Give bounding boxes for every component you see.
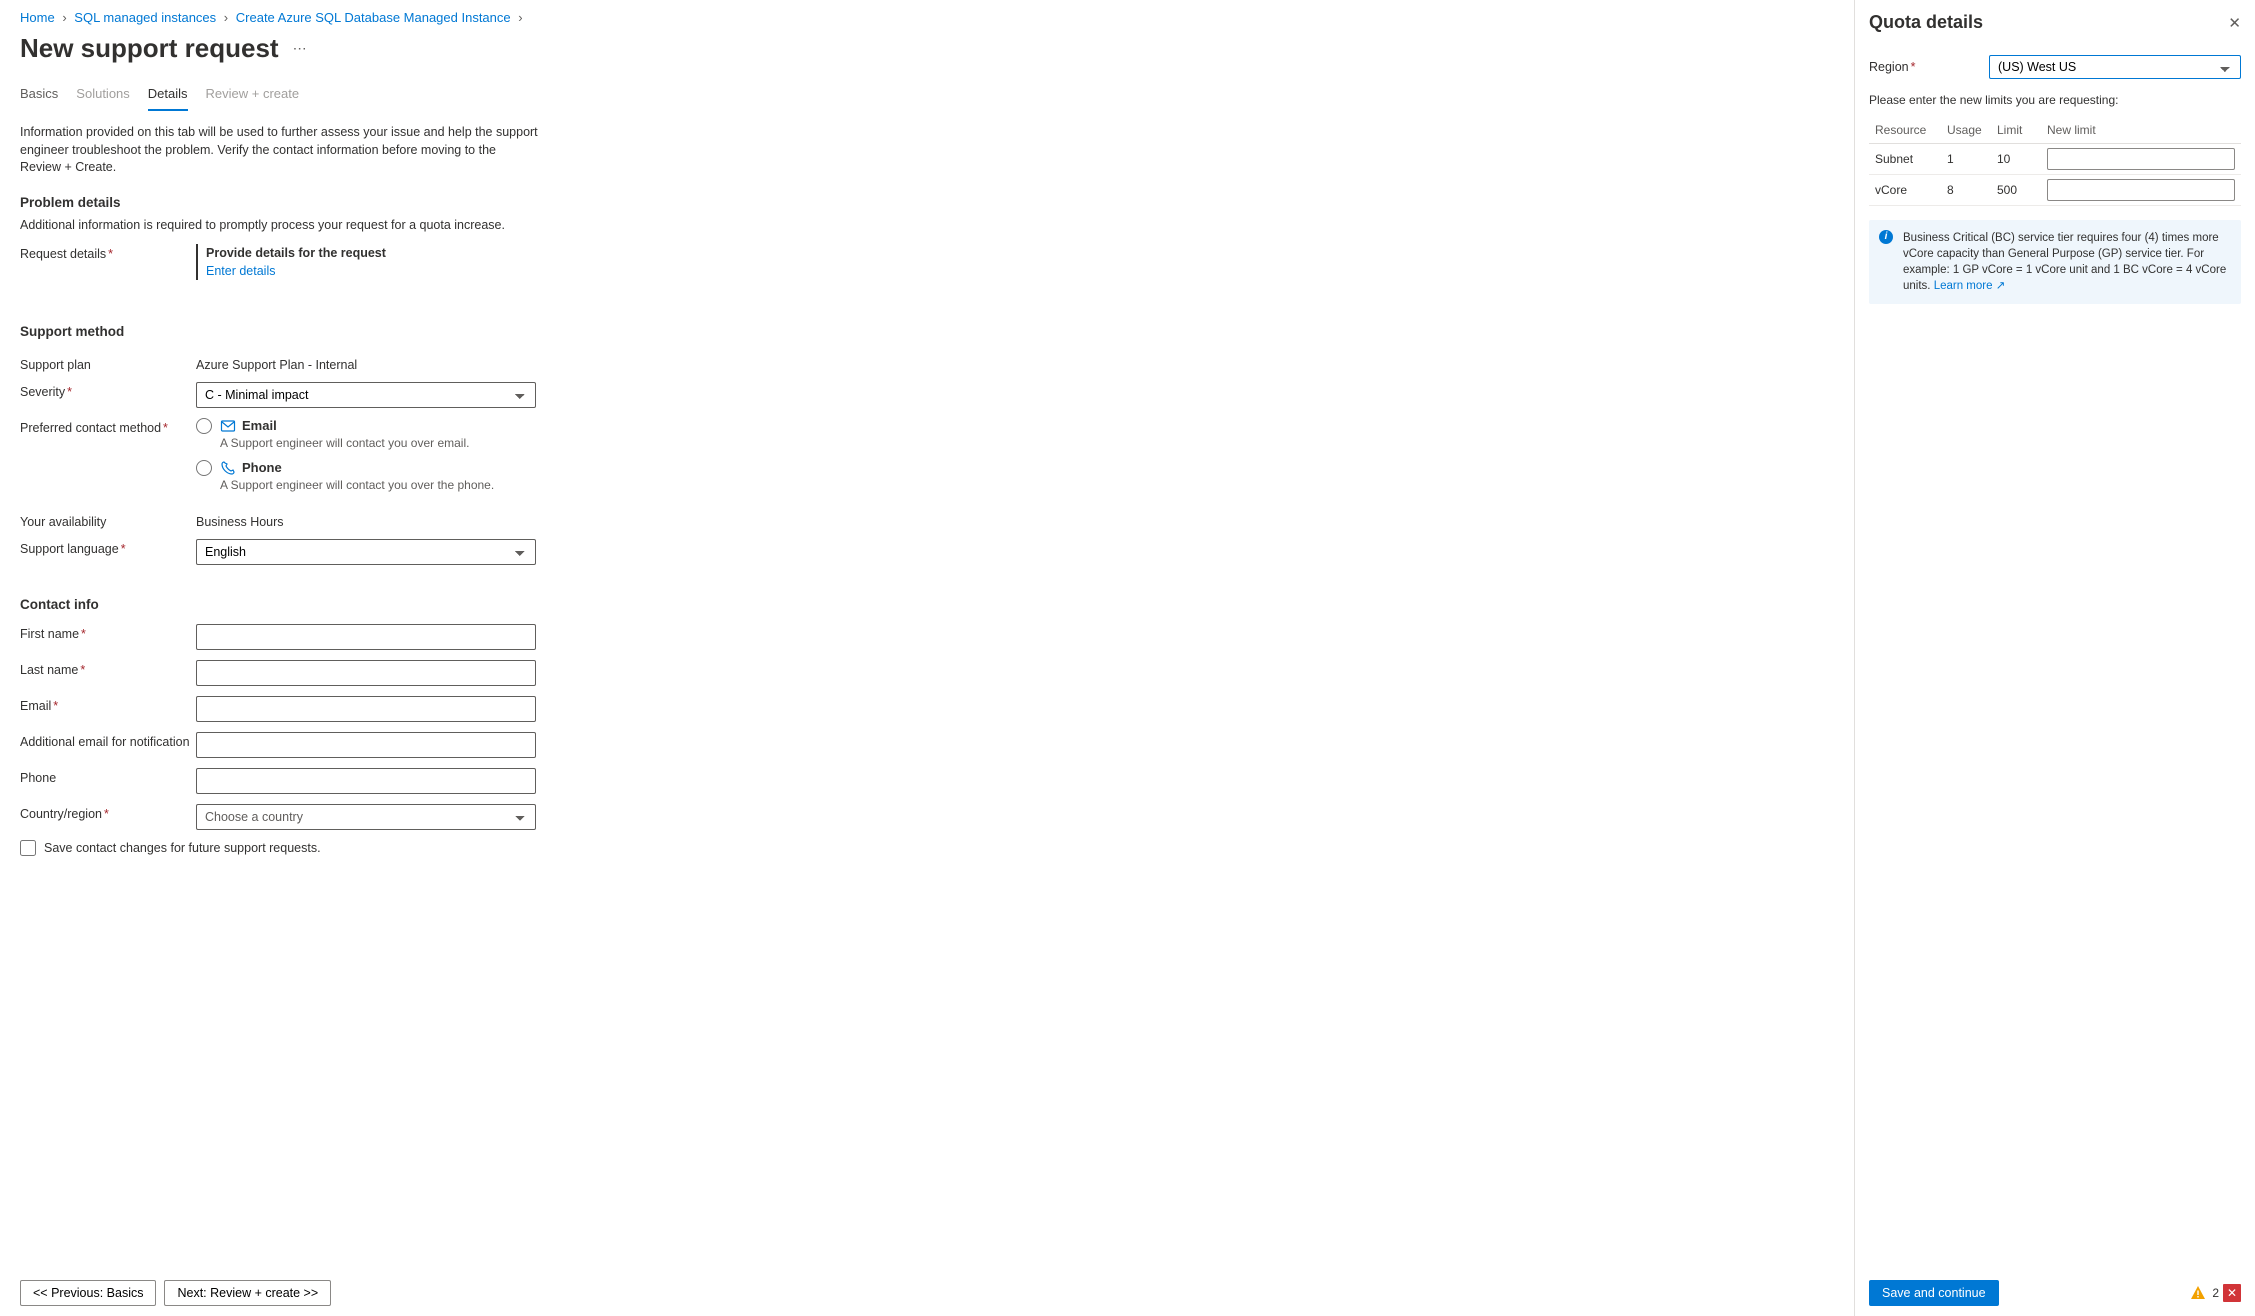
tabs: Basics Solutions Details Review + create	[20, 82, 1834, 112]
request-details-label: Request details*	[20, 244, 196, 261]
close-icon[interactable]: ✕	[2228, 14, 2241, 32]
chevron-right-icon: ›	[518, 10, 522, 25]
info-callout: i Business Critical (BC) service tier re…	[1869, 220, 2241, 304]
contact-email-desc: A Support engineer will contact you over…	[220, 436, 536, 450]
support-language-label: Support language*	[20, 539, 196, 556]
save-contact-checkbox[interactable]	[20, 840, 36, 856]
new-limit-vcore-input[interactable]	[2047, 179, 2235, 201]
region-select[interactable]: (US) West US	[1989, 55, 2241, 79]
tab-solutions[interactable]: Solutions	[76, 82, 129, 111]
additional-email-input[interactable]	[196, 732, 536, 758]
warning-icon[interactable]	[2190, 1285, 2206, 1301]
cell-usage: 8	[1941, 175, 1991, 206]
contact-info-heading: Contact info	[20, 597, 1834, 612]
error-icon[interactable]: ✕	[2223, 1284, 2241, 1302]
status-bar: 2 ✕	[2190, 1284, 2241, 1302]
problem-details-heading: Problem details	[20, 195, 1834, 210]
availability-value: Business Hours	[196, 512, 536, 529]
first-name-input[interactable]	[196, 624, 536, 650]
support-plan-label: Support plan	[20, 355, 196, 372]
email-icon	[220, 418, 236, 434]
new-limit-subnet-input[interactable]	[2047, 148, 2235, 170]
col-newlimit: New limit	[2041, 117, 2241, 144]
tab-review-create[interactable]: Review + create	[206, 82, 300, 111]
severity-select[interactable]: C - Minimal impact	[196, 382, 536, 408]
info-icon: i	[1879, 230, 1893, 244]
additional-email-label: Additional email for notification	[20, 732, 196, 749]
save-contact-label[interactable]: Save contact changes for future support …	[44, 841, 321, 855]
table-row: Subnet 1 10	[1869, 144, 2241, 175]
tab-basics[interactable]: Basics	[20, 82, 58, 111]
email-input[interactable]	[196, 696, 536, 722]
breadcrumb-home[interactable]: Home	[20, 10, 55, 25]
cell-limit: 500	[1991, 175, 2041, 206]
chevron-right-icon: ›	[224, 10, 228, 25]
first-name-label: First name*	[20, 624, 196, 641]
breadcrumb-sql-managed-instances[interactable]: SQL managed instances	[74, 10, 216, 25]
breadcrumb-create-instance[interactable]: Create Azure SQL Database Managed Instan…	[236, 10, 511, 25]
severity-label: Severity*	[20, 382, 196, 399]
last-name-label: Last name*	[20, 660, 196, 677]
enter-details-link[interactable]: Enter details	[206, 264, 275, 278]
cell-resource: vCore	[1869, 175, 1941, 206]
support-method-heading: Support method	[20, 324, 1834, 339]
intro-text: Information provided on this tab will be…	[20, 124, 540, 177]
chevron-right-icon: ›	[62, 10, 66, 25]
quota-details-panel: Quota details ✕ Region* (US) West US Ple…	[1855, 0, 2255, 1316]
learn-more-link[interactable]: Learn more ↗	[1934, 280, 2006, 292]
quota-table: Resource Usage Limit New limit Subnet 1 …	[1869, 117, 2241, 206]
preferred-contact-label: Preferred contact method*	[20, 418, 196, 435]
contact-email-radio[interactable]	[196, 418, 212, 434]
previous-button[interactable]: << Previous: Basics	[20, 1280, 156, 1306]
region-label: Region*	[1869, 60, 1989, 74]
phone-input[interactable]	[196, 768, 536, 794]
contact-phone-radio[interactable]	[196, 460, 212, 476]
contact-phone-label: Phone	[242, 460, 282, 475]
table-row: vCore 8 500	[1869, 175, 2241, 206]
contact-phone-desc: A Support engineer will contact you over…	[220, 478, 536, 492]
problem-details-sub: Additional information is required to pr…	[20, 218, 1834, 232]
more-icon[interactable]: ⋯	[293, 40, 307, 57]
cell-resource: Subnet	[1869, 144, 1941, 175]
request-details-block: Provide details for the request Enter de…	[196, 244, 536, 280]
contact-email-label: Email	[242, 418, 277, 433]
last-name-input[interactable]	[196, 660, 536, 686]
col-resource: Resource	[1869, 117, 1941, 144]
cell-usage: 1	[1941, 144, 1991, 175]
next-button[interactable]: Next: Review + create >>	[164, 1280, 331, 1306]
country-select[interactable]: Choose a country	[196, 804, 536, 830]
email-label: Email*	[20, 696, 196, 713]
provide-details-text: Provide details for the request	[206, 246, 536, 260]
quota-details-title: Quota details	[1869, 12, 1983, 33]
tab-details[interactable]: Details	[148, 82, 188, 111]
page-title: New support request	[20, 33, 279, 64]
support-plan-value: Azure Support Plan - Internal	[196, 355, 536, 372]
support-language-select[interactable]: English	[196, 539, 536, 565]
phone-label: Phone	[20, 768, 196, 785]
col-limit: Limit	[1991, 117, 2041, 144]
cell-limit: 10	[1991, 144, 2041, 175]
wizard-footer: << Previous: Basics Next: Review + creat…	[20, 1280, 1834, 1306]
warning-count: 2	[2212, 1286, 2219, 1300]
country-label: Country/region*	[20, 804, 196, 821]
col-usage: Usage	[1941, 117, 1991, 144]
save-and-continue-button[interactable]: Save and continue	[1869, 1280, 1999, 1306]
new-limits-instruction: Please enter the new limits you are requ…	[1869, 93, 2241, 107]
phone-icon	[220, 460, 236, 476]
availability-label: Your availability	[20, 512, 196, 529]
breadcrumb: Home › SQL managed instances › Create Az…	[20, 10, 1834, 25]
